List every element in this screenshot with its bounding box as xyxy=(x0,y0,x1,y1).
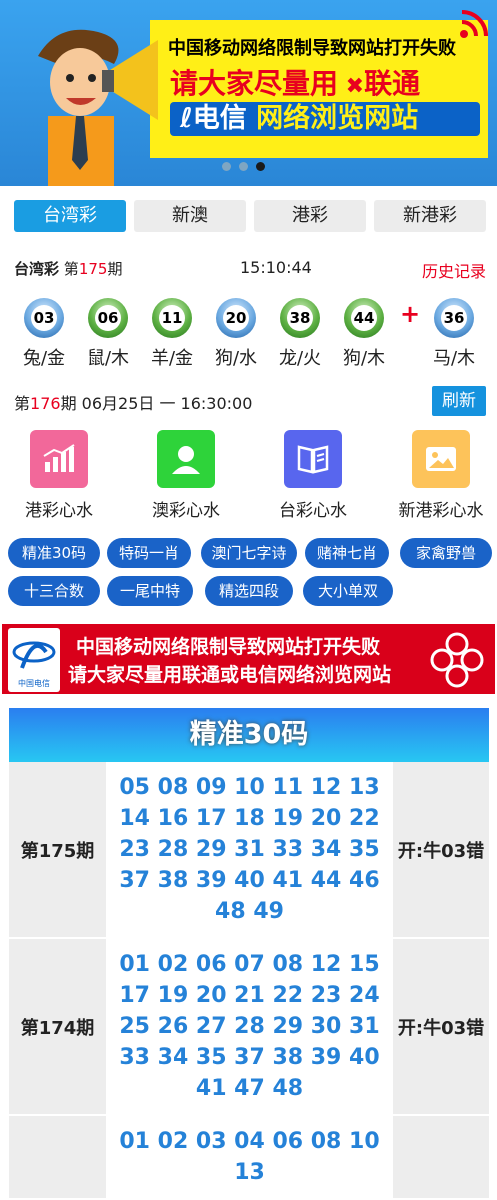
lottery-name: 台湾彩 xyxy=(14,260,60,278)
chip-special-zodiac[interactable]: 特码一肖 xyxy=(107,538,191,568)
banner-line1: 中国移动网络限制导致网站打开失败 xyxy=(168,38,456,59)
row-period xyxy=(9,1116,106,1198)
ball-1: 03 兔/金 xyxy=(20,298,68,370)
table-row: 第174期 01 02 06 07 08 12 15 17 19 20 21 2… xyxy=(9,939,489,1116)
signal-icon xyxy=(460,10,488,38)
row-numbers: 01 02 03 04 06 08 10 13 xyxy=(106,1116,393,1198)
carousel-dots[interactable] xyxy=(222,162,265,171)
ball-5: 38 龙/火 xyxy=(276,298,324,370)
next-draw-info: 第176期 06月25日 一 16:30:00 xyxy=(14,394,253,413)
app-macau-tips[interactable]: 澳彩心水 xyxy=(131,430,241,521)
row-numbers: 05 08 09 10 11 12 13 14 16 17 18 19 20 2… xyxy=(106,762,393,937)
carousel-dot-active[interactable] xyxy=(256,162,265,171)
row-numbers: 01 02 06 07 08 12 15 17 19 20 21 22 23 2… xyxy=(106,939,393,1114)
precise-30-table: 精准30码 第175期 05 08 09 10 11 12 13 14 16 1… xyxy=(9,708,489,1200)
app-taiwan-tips[interactable]: 台彩心水 xyxy=(258,430,368,521)
refresh-button[interactable]: 刷新 xyxy=(432,386,486,416)
lottery-tabs: 台湾彩 新澳 港彩 新港彩 xyxy=(14,200,486,232)
period-number: 175 xyxy=(78,260,108,278)
carousel-dot[interactable] xyxy=(222,162,231,171)
tips-grid: 港彩心水 澳彩心水 台彩心水 新港彩心水 xyxy=(0,430,497,521)
chip-precise-30[interactable]: 精准30码 xyxy=(8,538,100,568)
chip-size-parity[interactable]: 大小单双 xyxy=(303,576,393,606)
banner-line2: 请大家尽量用 ✖联通 xyxy=(170,67,421,100)
notice-line2: 请大家尽量用联通或电信网络浏览网站 xyxy=(68,664,392,686)
carousel-dot[interactable] xyxy=(239,162,248,171)
result-balls: 03 兔/金 06 鼠/木 11 羊/金 20 狗/水 38 龙/火 44 狗/木 + 36… xyxy=(18,298,488,378)
row-result xyxy=(393,1116,489,1198)
book-icon xyxy=(284,430,342,488)
image-icon xyxy=(412,430,470,488)
row-result: 开:牛03错 xyxy=(393,939,489,1114)
tab-hongkong[interactable]: 港彩 xyxy=(254,200,366,232)
plus-sign: + xyxy=(400,300,421,328)
draw-time: 15:10:44 xyxy=(240,258,312,277)
ball-4: 20 狗/水 xyxy=(212,298,260,370)
cartoon-man-megaphone-icon xyxy=(38,29,158,186)
chip-four-segments[interactable]: 精选四段 xyxy=(205,576,293,606)
china-telecom-logo-icon: 中国电信 xyxy=(8,628,60,692)
table-row: 01 02 03 04 06 08 10 13 xyxy=(9,1116,489,1200)
svg-text:中国电信: 中国电信 xyxy=(18,678,50,688)
period-suffix: 期 xyxy=(107,260,123,278)
ball-2: 06 鼠/木 xyxy=(84,298,132,370)
chip-one-tail[interactable]: 一尾中特 xyxy=(107,576,193,606)
period-prefix: 第 xyxy=(63,260,79,278)
row-period: 第174期 xyxy=(9,939,106,1114)
app-hk-tips[interactable]: 港彩心水 xyxy=(4,430,114,521)
chip-macau-poem[interactable]: 澳门七字诗 xyxy=(201,538,297,568)
draw-header: 台湾彩 第175期 15:10:44 历史记录 xyxy=(14,258,486,284)
ball-3: 11 羊/金 xyxy=(148,298,196,370)
chip-thirteen-sum[interactable]: 十三合数 xyxy=(8,576,100,606)
table-title: 精准30码 xyxy=(9,708,489,762)
history-link[interactable]: 历史记录 xyxy=(422,258,486,282)
table-row: 第175期 05 08 09 10 11 12 13 14 16 17 18 1… xyxy=(9,762,489,939)
special-ball: 36 马/木 xyxy=(430,298,478,370)
promo-banner[interactable]: 中国移动网络限制导致网站打开失败 请大家尽量用 ✖联通 ℓ电信 网络浏览网站 xyxy=(0,0,497,186)
network-notice: 中国电信 中国移动网络限制导致网站打开失败 请大家尽量用联通或电信网络浏览网站 xyxy=(0,622,497,696)
china-unicom-logo-icon xyxy=(430,632,484,688)
chip-poultry-beast[interactable]: 家禽野兽 xyxy=(400,538,492,568)
tab-new-hongkong[interactable]: 新港彩 xyxy=(374,200,486,232)
row-result: 开:牛03错 xyxy=(393,762,489,937)
chart-icon xyxy=(30,430,88,488)
notice-line1: 中国移动网络限制导致网站打开失败 xyxy=(76,636,381,658)
app-new-hk-tips[interactable]: 新港彩心水 xyxy=(386,430,496,521)
user-icon xyxy=(157,430,215,488)
banner-line3: ℓ电信 网络浏览网站 xyxy=(170,102,480,136)
chip-gambler-seven[interactable]: 赌神七肖 xyxy=(305,538,389,568)
row-period: 第175期 xyxy=(9,762,106,937)
tab-xinao[interactable]: 新澳 xyxy=(134,200,246,232)
tab-taiwan[interactable]: 台湾彩 xyxy=(14,200,126,232)
ball-6: 44 狗/木 xyxy=(340,298,388,370)
